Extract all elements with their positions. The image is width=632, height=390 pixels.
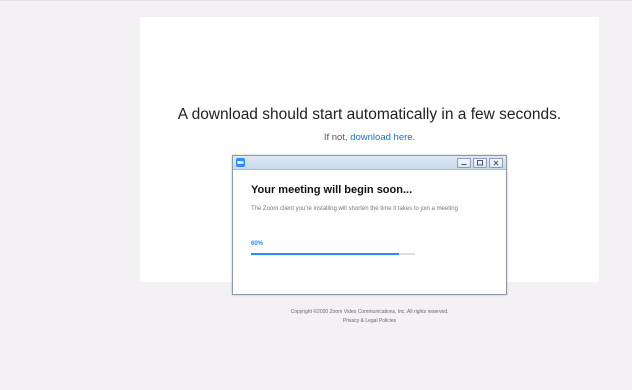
progress-bar [251, 253, 415, 255]
installer-title-bar[interactable] [233, 156, 506, 170]
installer-description: The Zoom client you're installing will s… [251, 206, 458, 212]
download-fallback-line: If not, download here. [140, 132, 599, 143]
copyright-text: Copyright ©2020 Zoom Video Communication… [290, 309, 449, 315]
download-headline: A download should start automatically in… [177, 106, 562, 123]
minimize-icon[interactable] [457, 158, 471, 168]
progress-percent-label: 60% [251, 241, 264, 247]
zoom-camera-icon [236, 158, 245, 167]
fallback-prefix: If not, [323, 132, 351, 143]
close-icon[interactable] [489, 158, 503, 168]
installer-window: Your meeting will begin soon... The Zoom… [232, 155, 507, 295]
installer-heading: Your meeting will begin soon... [251, 184, 413, 196]
download-here-link[interactable]: download here. [350, 132, 415, 143]
privacy-legal-link[interactable]: Privacy & Legal Policies [140, 317, 599, 326]
maximize-icon[interactable] [473, 158, 487, 168]
progress-bar-fill [251, 253, 399, 255]
top-divider [0, 0, 632, 1]
page-footer: Copyright ©2020 Zoom Video Communication… [140, 308, 599, 326]
